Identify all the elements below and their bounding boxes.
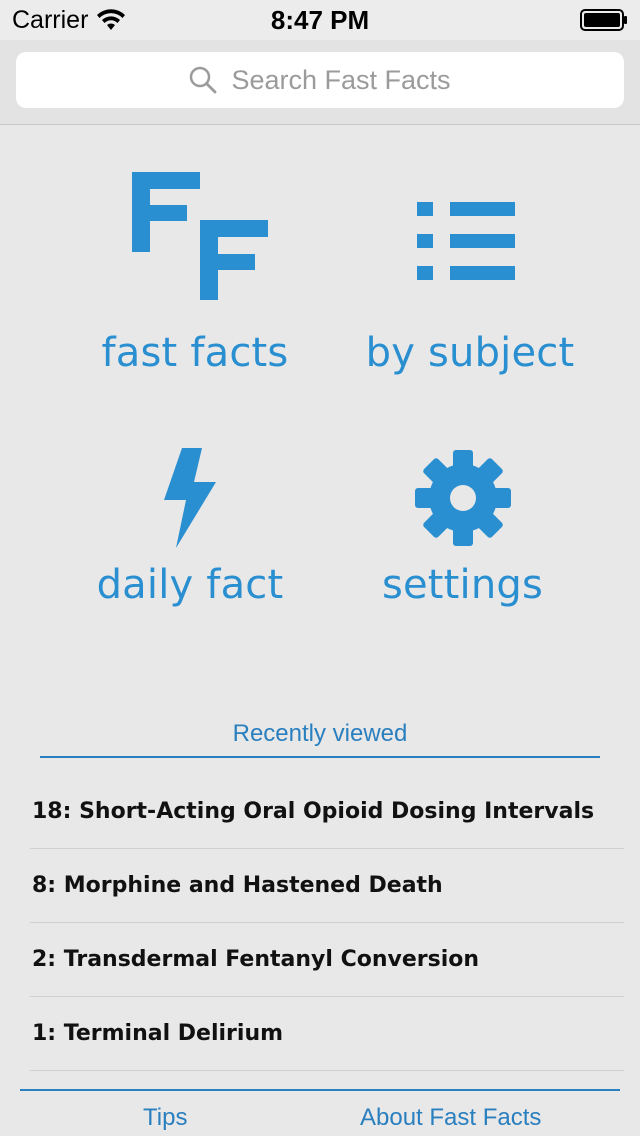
search-input[interactable]: Search Fast Facts bbox=[16, 52, 624, 108]
lightning-bolt-icon bbox=[164, 448, 216, 548]
about-fast-facts-link[interactable]: About Fast Facts bbox=[360, 1104, 541, 1132]
list-item[interactable]: 2: Transdermal Fentanyl Conversion bbox=[30, 923, 624, 997]
battery-icon bbox=[580, 9, 627, 31]
fast-facts-label: fast facts bbox=[101, 330, 289, 376]
by-subject-label: by subject bbox=[365, 330, 575, 376]
list-icon bbox=[417, 202, 515, 280]
fast-facts-button[interactable]: fast facts bbox=[80, 160, 310, 390]
list-item[interactable]: 1: Terminal Delirium bbox=[30, 997, 624, 1071]
app-screen: Carrier 8:47 PM Search Fast Facts fast f… bbox=[0, 0, 640, 1136]
footer-divider bbox=[20, 1089, 620, 1091]
settings-label: settings bbox=[381, 562, 544, 608]
tips-link[interactable]: Tips bbox=[143, 1104, 187, 1132]
daily-fact-button[interactable]: daily fact bbox=[80, 440, 300, 620]
status-bar: Carrier 8:47 PM bbox=[0, 0, 640, 40]
fast-facts-icon bbox=[132, 172, 268, 300]
recently-viewed-header: Recently viewed bbox=[40, 712, 600, 758]
search-placeholder: Search Fast Facts bbox=[231, 64, 451, 95]
search-icon bbox=[190, 66, 217, 94]
settings-button[interactable]: settings bbox=[355, 440, 570, 620]
daily-fact-label: daily fact bbox=[96, 562, 284, 608]
search-bar: Search Fast Facts bbox=[0, 40, 640, 125]
list-item[interactable]: 8: Morphine and Hastened Death bbox=[30, 849, 624, 923]
list-item[interactable]: 18: Short-Acting Oral Opioid Dosing Inte… bbox=[30, 775, 624, 849]
gear-icon bbox=[415, 450, 511, 546]
status-time: 8:47 PM bbox=[270, 5, 370, 35]
by-subject-button[interactable]: by subject bbox=[355, 160, 585, 390]
recently-viewed-list: 18: Short-Acting Oral Opioid Dosing Inte… bbox=[30, 775, 624, 1071]
